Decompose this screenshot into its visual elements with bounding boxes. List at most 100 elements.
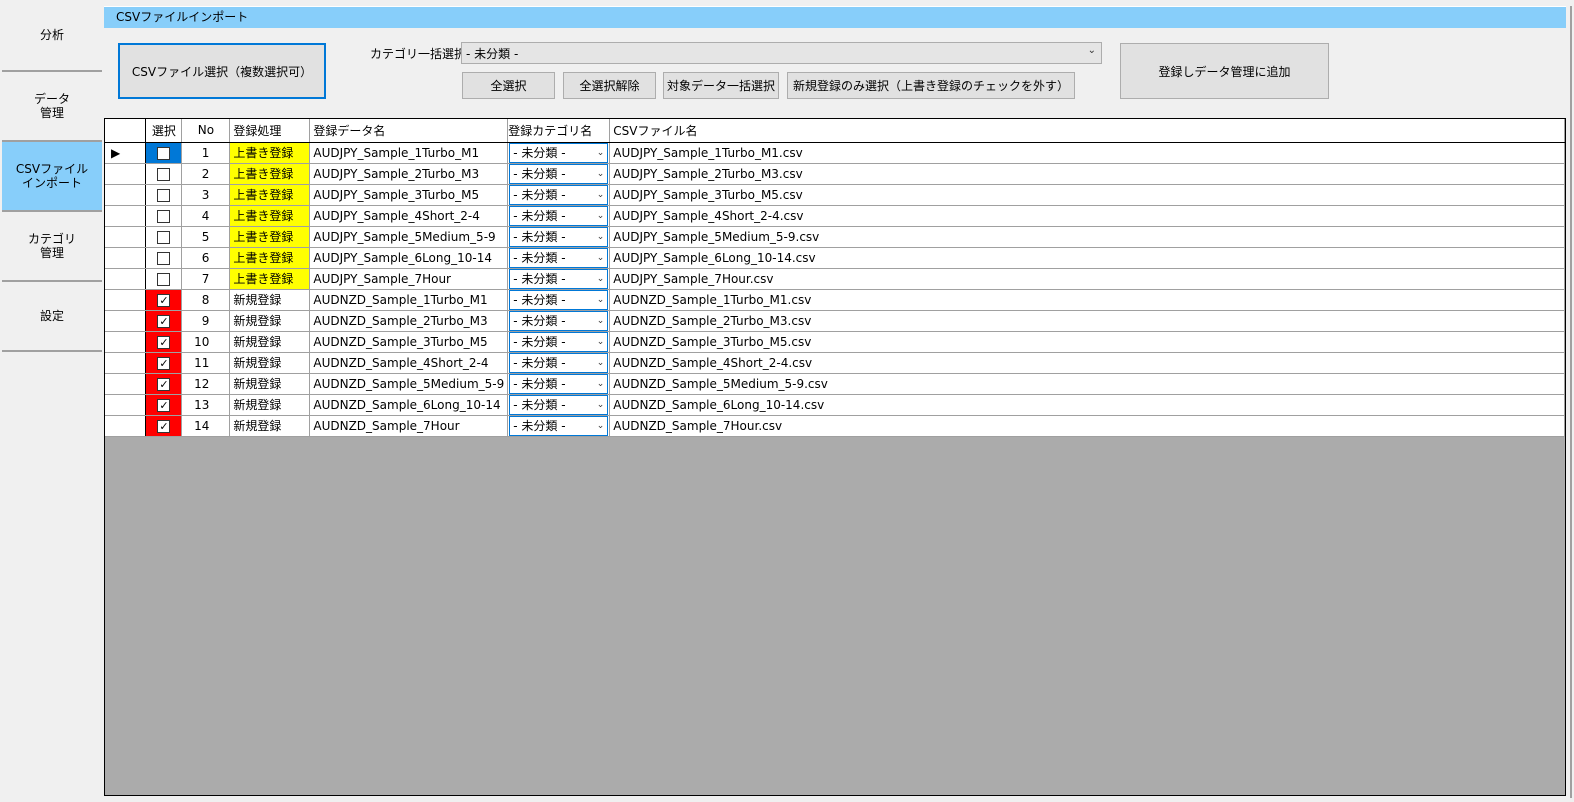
data-name-cell[interactable]: AUDJPY_Sample_4Short_2-4 [309,205,509,227]
select-cell[interactable] [145,163,183,185]
category-select[interactable]: - 未分類 - ⌄ [509,247,609,267]
checkbox[interactable]: ✓ [157,335,171,349]
checkbox[interactable] [157,230,171,244]
table-row[interactable]: ✓ 11 新規登録 AUDNZD_Sample_4Short_2-4 - 未分類 - ⌄ A… [105,352,1565,374]
data-name-cell[interactable]: AUDNZD_Sample_2Turbo_M3 [309,310,509,332]
category-select[interactable]: - 未分類 - ⌄ [509,373,609,393]
column-header-select[interactable]: 選択 [145,119,183,143]
column-header-no[interactable]: No [181,119,231,143]
row-header[interactable] [105,331,147,353]
category-cell[interactable]: - 未分類 - ⌄ [507,163,611,185]
select-cell[interactable] [145,268,183,290]
table-row[interactable]: ✓ 8 新規登録 AUDNZD_Sample_1Turbo_M1 - 未分類 - ⌄ AUD… [105,289,1565,311]
table-row[interactable]: ✓ 13 新規登録 AUDNZD_Sample_6Long_10-14 - 未分類 - ⌄… [105,394,1565,416]
row-header[interactable] [105,373,147,395]
category-select[interactable]: - 未分類 - ⌄ [509,352,609,372]
checkbox[interactable] [157,167,171,181]
table-row[interactable]: ✓ 12 新規登録 AUDNZD_Sample_5Medium_5-9 - 未分類 - ⌄… [105,373,1565,395]
category-select[interactable]: - 未分類 - ⌄ [509,394,609,414]
checkbox[interactable] [157,272,171,286]
category-cell[interactable]: - 未分類 - ⌄ [507,142,611,164]
data-name-cell[interactable]: AUDJPY_Sample_7Hour [309,268,509,290]
category-cell[interactable]: - 未分類 - ⌄ [507,415,611,437]
category-select[interactable]: - 未分類 - ⌄ [509,415,609,435]
table-row[interactable]: ✓ 14 新規登録 AUDNZD_Sample_7Hour - 未分類 - ⌄ AUDNZD… [105,415,1565,437]
row-header[interactable] [105,352,147,374]
checkbox[interactable]: ✓ [157,377,171,391]
select-cell[interactable]: ✓ [145,352,183,374]
category-select[interactable]: - 未分類 - ⌄ [509,268,609,288]
data-name-cell[interactable]: AUDNZD_Sample_1Turbo_M1 [309,289,509,311]
table-row[interactable]: ✓ 10 新規登録 AUDNZD_Sample_3Turbo_M5 - 未分類 - ⌄ AU… [105,331,1565,353]
select-cell[interactable] [145,142,183,164]
select-cell[interactable]: ✓ [145,415,183,437]
category-select[interactable]: - 未分類 - ⌄ [509,331,609,351]
select-cell[interactable] [145,184,183,206]
checkbox[interactable]: ✓ [157,398,171,412]
select-cell[interactable]: ✓ [145,394,183,416]
new-only-select-button[interactable]: 新規登録のみ選択（上書き登録のチェックを外す） [787,72,1075,99]
category-cell[interactable]: - 未分類 - ⌄ [507,247,611,269]
column-header-data-name[interactable]: 登録データ名 [309,119,509,143]
row-header[interactable]: ▶ [105,142,147,164]
select-all-button[interactable]: 全選択 [462,72,555,99]
deselect-all-button[interactable]: 全選択解除 [563,72,656,99]
select-cell[interactable] [145,205,183,227]
category-cell[interactable]: - 未分類 - ⌄ [507,352,611,374]
data-name-cell[interactable]: AUDJPY_Sample_6Long_10-14 [309,247,509,269]
select-csv-button[interactable]: CSVファイル選択（複数選択可） [118,43,326,99]
category-cell[interactable]: - 未分類 - ⌄ [507,310,611,332]
category-select[interactable]: - 未分類 - ⌄ [509,184,609,204]
select-cell[interactable]: ✓ [145,373,183,395]
data-name-cell[interactable]: AUDNZD_Sample_3Turbo_M5 [309,331,509,353]
nav-item-data-management[interactable]: データ 管理 [2,72,102,142]
category-select[interactable]: - 未分類 - ⌄ [509,142,609,162]
category-cell[interactable]: - 未分類 - ⌄ [507,226,611,248]
checkbox[interactable]: ✓ [157,419,171,433]
select-cell[interactable] [145,226,183,248]
checkbox[interactable] [157,209,171,223]
data-name-cell[interactable]: AUDJPY_Sample_1Turbo_M1 [309,142,509,164]
category-select[interactable]: - 未分類 - ⌄ [509,226,609,246]
table-row[interactable]: 6 上書き登録 AUDJPY_Sample_6Long_10-14 - 未分類 - ⌄ A… [105,247,1565,269]
checkbox[interactable]: ✓ [157,314,171,328]
checkbox[interactable] [157,188,171,202]
category-cell[interactable]: - 未分類 - ⌄ [507,394,611,416]
column-header-category[interactable]: 登録カテゴリ名 [507,119,611,143]
table-row[interactable]: 3 上書き登録 AUDJPY_Sample_3Turbo_M5 - 未分類 - ⌄ AUD… [105,184,1565,206]
target-bulk-select-button[interactable]: 対象データ一括選択 [663,72,779,99]
row-header[interactable] [105,184,147,206]
table-row[interactable]: 7 上書き登録 AUDJPY_Sample_7Hour - 未分類 - ⌄ AUDJPY_… [105,268,1565,290]
row-header[interactable] [105,394,147,416]
category-cell[interactable]: - 未分類 - ⌄ [507,289,611,311]
row-header[interactable] [105,310,147,332]
data-name-cell[interactable]: AUDNZD_Sample_4Short_2-4 [309,352,509,374]
select-cell[interactable] [145,247,183,269]
select-cell[interactable]: ✓ [145,310,183,332]
data-name-cell[interactable]: AUDNZD_Sample_5Medium_5-9 [309,373,509,395]
data-name-cell[interactable]: AUDNZD_Sample_7Hour [309,415,509,437]
register-button[interactable]: 登録しデータ管理に追加 [1120,43,1329,99]
nav-item-csv-import[interactable]: CSVファイル インポート [2,142,102,212]
row-header[interactable] [105,163,147,185]
data-name-cell[interactable]: AUDJPY_Sample_2Turbo_M3 [309,163,509,185]
column-header-process[interactable]: 登録処理 [229,119,311,143]
data-name-cell[interactable]: AUDJPY_Sample_3Turbo_M5 [309,184,509,206]
category-cell[interactable]: - 未分類 - ⌄ [507,205,611,227]
import-grid[interactable]: 選択 No 登録処理 登録データ名 登録カテゴリ名 CSVファイル名 ▶ 1 上書き… [104,118,1566,796]
row-header[interactable] [105,205,147,227]
nav-item-settings[interactable]: 設定 [2,282,102,352]
category-select[interactable]: - 未分類 - ⌄ [509,289,609,309]
table-row[interactable]: 2 上書き登録 AUDJPY_Sample_2Turbo_M3 - 未分類 - ⌄ AUD… [105,163,1565,185]
row-header[interactable] [105,415,147,437]
select-cell[interactable]: ✓ [145,331,183,353]
row-header[interactable] [105,289,147,311]
category-cell[interactable]: - 未分類 - ⌄ [507,184,611,206]
column-header-csv-file[interactable]: CSVファイル名 [609,119,1565,143]
row-header[interactable] [105,268,147,290]
category-cell[interactable]: - 未分類 - ⌄ [507,373,611,395]
row-header[interactable] [105,226,147,248]
data-name-cell[interactable]: AUDNZD_Sample_6Long_10-14 [309,394,509,416]
nav-item-analysis[interactable]: 分析 [2,0,102,72]
table-row[interactable]: 4 上書き登録 AUDJPY_Sample_4Short_2-4 - 未分類 - ⌄ AU… [105,205,1565,227]
